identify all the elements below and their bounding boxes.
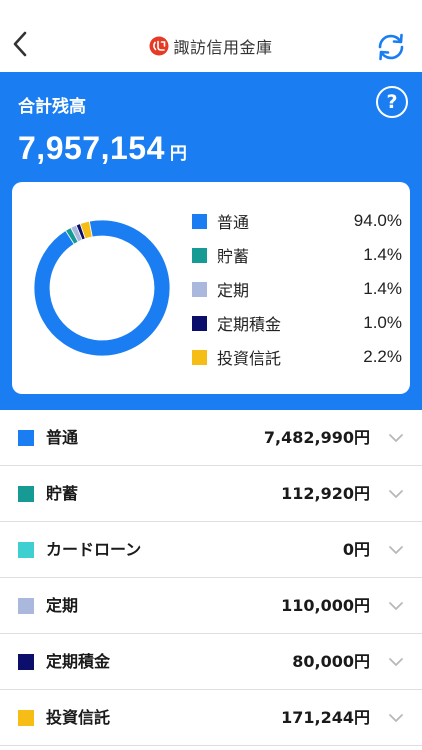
app-header: 諏訪信用金庫 <box>0 0 422 72</box>
account-amount: 110,000円 <box>281 596 370 615</box>
account-color-swatch <box>18 654 34 670</box>
account-row[interactable]: 定期 110,000円 <box>0 578 422 634</box>
brand: 諏訪信用金庫 <box>0 34 422 58</box>
account-color-swatch <box>18 598 34 614</box>
help-button[interactable]: ? <box>376 86 408 118</box>
account-color-swatch <box>18 486 34 502</box>
account-row[interactable]: 投資信託 171,244円 <box>0 690 422 746</box>
account-row[interactable]: カードローン 0円 <box>0 522 422 578</box>
account-row[interactable]: 貯蓄 112,920円 <box>0 466 422 522</box>
legend-swatch <box>192 315 207 331</box>
legend-percentage: 94.0% <box>353 211 402 230</box>
account-label: 貯蓄 <box>46 484 79 503</box>
account-label: 定期積金 <box>46 652 111 671</box>
legend-item: 貯蓄 1.4% <box>192 238 402 272</box>
account-amount: 112,920円 <box>281 484 370 503</box>
chevron-down-icon[interactable] <box>388 487 404 501</box>
legend-percentage: 1.4% <box>363 279 402 298</box>
legend-label: 定期積金 <box>217 315 282 334</box>
refresh-button[interactable] <box>374 30 408 64</box>
legend-label: 普通 <box>217 213 250 232</box>
donut-slice-1 <box>33 219 171 357</box>
legend-percentage: 2.2% <box>363 347 402 366</box>
chevron-down-icon[interactable] <box>388 431 404 445</box>
total-balance-amount: 7,957,154 <box>18 130 165 166</box>
account-color-swatch <box>18 542 34 558</box>
chevron-down-icon[interactable] <box>388 543 404 557</box>
legend-percentage: 1.0% <box>363 313 402 332</box>
donut-chart <box>33 219 171 357</box>
legend-swatch <box>192 349 207 365</box>
account-label: 定期 <box>46 596 79 615</box>
legend-percentage: 1.4% <box>363 245 402 264</box>
legend-swatch <box>192 213 207 229</box>
account-color-swatch <box>18 710 34 726</box>
legend-item: 投資信託 2.2% <box>192 340 402 374</box>
legend-swatch <box>192 247 207 263</box>
bank-name: 諏訪信用金庫 <box>173 38 273 57</box>
account-label: カードローン <box>46 540 142 559</box>
help-icon: ? <box>386 91 398 113</box>
chevron-down-icon[interactable] <box>388 655 404 669</box>
total-balance: 7,957,154 円 <box>18 130 187 167</box>
bank-logo-icon <box>149 36 169 56</box>
account-row[interactable]: 普通 7,482,990円 <box>0 410 422 466</box>
account-amount: 80,000円 <box>292 652 370 671</box>
legend-item: 定期積金 1.0% <box>192 306 402 340</box>
chart-legend: 普通 94.0% 貯蓄 1.4% 定期 1.4% 定期積金 1.0% 投資信託 2.2% <box>192 204 402 374</box>
legend-item: 定期 1.4% <box>192 272 402 306</box>
chevron-down-icon[interactable] <box>388 599 404 613</box>
account-list: 普通 7,482,990円貯蓄 112,920円カードローン 0円定期 110,000円… <box>0 410 422 746</box>
account-color-swatch <box>18 430 34 446</box>
refresh-icon <box>378 33 404 61</box>
account-amount: 171,244円 <box>281 708 370 727</box>
account-row[interactable]: 定期積金 80,000円 <box>0 634 422 690</box>
account-label: 普通 <box>46 428 79 447</box>
legend-label: 投資信託 <box>217 349 282 368</box>
breakdown-card: 普通 94.0% 貯蓄 1.4% 定期 1.4% 定期積金 1.0% 投資信託 2.2% <box>12 182 410 394</box>
balance-summary: 合計残高 ? 7,957,154 円 普通 94.0% 貯蓄 1.4% 定期 1.4% 定期… <box>0 72 422 410</box>
chevron-down-icon[interactable] <box>388 711 404 725</box>
legend-swatch <box>192 281 207 297</box>
legend-label: 貯蓄 <box>217 247 250 266</box>
account-amount: 7,482,990円 <box>263 428 370 447</box>
total-balance-unit: 円 <box>169 144 187 164</box>
account-amount: 0円 <box>342 540 370 559</box>
legend-label: 定期 <box>217 281 250 300</box>
legend-item: 普通 94.0% <box>192 204 402 238</box>
total-balance-title: 合計残高 <box>18 97 86 117</box>
account-label: 投資信託 <box>46 708 111 727</box>
